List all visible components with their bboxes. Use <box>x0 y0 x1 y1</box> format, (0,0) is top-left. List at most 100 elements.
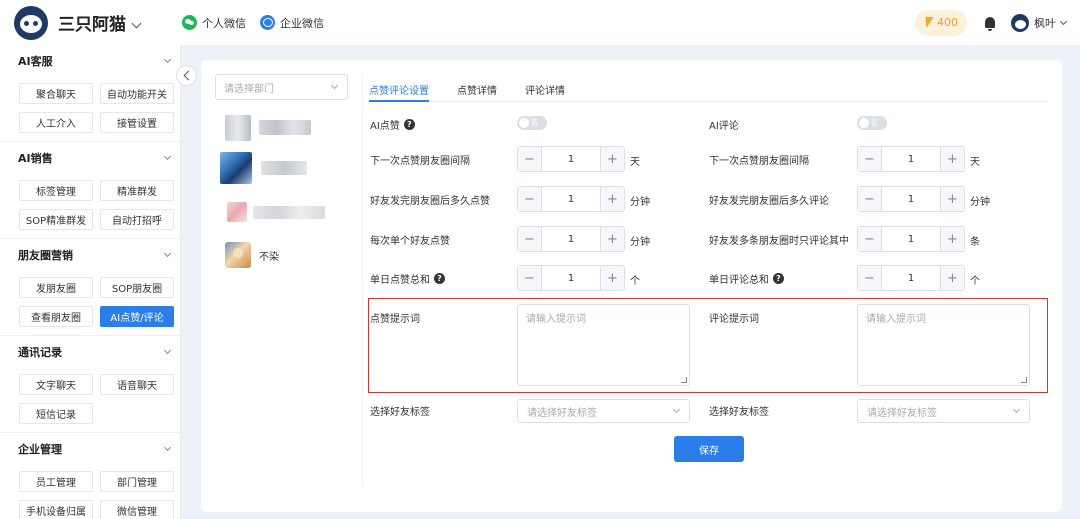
stepper-value[interactable]: 1 <box>882 227 940 251</box>
help-icon[interactable]: ? <box>773 273 784 284</box>
sidebar-item-manual-intervene[interactable]: 人工介入 <box>19 112 93 133</box>
sidebar-section-ai-service: AI客服 聚合聊天 自动功能开关 人工介入 接管设置 <box>0 45 180 142</box>
like-interval-stepper[interactable]: −1 + <box>517 146 625 172</box>
department-select[interactable]: 请选择部门 <box>215 74 348 100</box>
department-placeholder: 请选择部门 <box>224 83 274 95</box>
ai-comment-toggle[interactable]: 否 <box>857 116 887 130</box>
daily-comment-total-stepper[interactable]: −1 + <box>857 265 965 291</box>
sidebar-section-header[interactable]: 企业管理 <box>0 433 180 465</box>
sidebar-item-view-moments[interactable]: 查看朋友圈 <box>19 306 93 327</box>
sidebar-item-staff-management[interactable]: 员工管理 <box>19 471 93 492</box>
sidebar-item-device-ownership[interactable]: 手机设备归属 <box>19 500 93 519</box>
sidebar-section-header[interactable]: 通讯记录 <box>0 336 180 368</box>
sidebar-item-wechat-management[interactable]: 微信管理 <box>100 500 174 519</box>
minus-button[interactable]: − <box>858 187 882 211</box>
tab-like-details[interactable]: 点赞详情 <box>457 80 497 102</box>
sidebar-item-aggregate-chat[interactable]: 聚合聊天 <box>19 83 93 104</box>
plus-button[interactable]: + <box>600 187 624 211</box>
chevron-down-icon <box>163 346 172 355</box>
personal-wechat-link[interactable]: 个人微信 <box>182 15 246 31</box>
sidebar-item-auto-greet[interactable]: 自动打招呼 <box>100 209 174 230</box>
chevron-down-icon <box>1012 405 1021 414</box>
bell-icon[interactable] <box>985 17 995 31</box>
stepper-value[interactable]: 1 <box>542 147 600 171</box>
sidebar-item-auto-switch[interactable]: 自动功能开关 <box>100 83 174 104</box>
comment-prompt-textarea[interactable]: 请输入提示词 <box>857 304 1030 386</box>
daily-like-total-stepper[interactable]: −1 + <box>517 265 625 291</box>
sidebar-item-dept-management[interactable]: 部门管理 <box>100 471 174 492</box>
sidebar-item-ai-like-comment[interactable]: AI点赞/评论 <box>100 306 174 327</box>
plus-button[interactable]: + <box>940 227 964 251</box>
like-prompt-textarea[interactable]: 请输入提示词 <box>517 304 690 386</box>
minus-button[interactable]: − <box>858 227 882 251</box>
minus-button[interactable]: − <box>858 147 882 171</box>
sidebar-item-precise-broadcast[interactable]: 精准群发 <box>100 180 174 201</box>
stepper-value[interactable]: 1 <box>542 187 600 211</box>
sidebar-item-tag-management[interactable]: 标签管理 <box>19 180 93 201</box>
resize-handle-icon[interactable] <box>681 377 687 383</box>
sidebar-item-text-chat[interactable]: 文字聊天 <box>19 374 93 395</box>
tab-comment-details[interactable]: 评论详情 <box>525 80 565 102</box>
setting-label: 好友发完朋友圈后多久点赞 <box>370 192 490 207</box>
stepper-value[interactable]: 1 <box>882 266 940 290</box>
chevron-down-icon <box>330 81 339 90</box>
resize-handle-icon[interactable] <box>1021 377 1027 383</box>
friend-tag-text: 选择好友标签 <box>370 407 430 418</box>
multi-post-comment-stepper[interactable]: −1 + <box>857 226 965 252</box>
sidebar-section-header[interactable]: AI销售 <box>0 142 180 174</box>
sidebar-item-sop-broadcast[interactable]: SOP精准群发 <box>19 209 93 230</box>
comment-delay-stepper[interactable]: −1 + <box>857 186 965 212</box>
plus-button[interactable]: + <box>600 266 624 290</box>
chevron-down-icon <box>672 405 681 414</box>
help-icon[interactable]: ? <box>434 273 445 284</box>
contact-item[interactable]: 不染 <box>225 242 279 268</box>
like-friend-tag-select[interactable]: 请选择好友标签 <box>517 399 690 423</box>
stepper-value[interactable]: 1 <box>882 187 940 211</box>
chevron-down-icon <box>163 443 172 452</box>
minus-button[interactable]: − <box>518 187 542 211</box>
setting-label-text: 每次单个好友点赞 <box>370 236 450 247</box>
minus-button[interactable]: − <box>858 266 882 290</box>
stepper-value[interactable]: 1 <box>542 266 600 290</box>
like-delay-stepper[interactable]: −1 + <box>517 186 625 212</box>
chevron-down-icon <box>163 152 172 161</box>
brand-switcher[interactable]: 三只阿猫 <box>58 10 142 35</box>
section-title: AI销售 <box>18 152 53 165</box>
plus-button[interactable]: + <box>940 187 964 211</box>
setting-label: 好友发完朋友圈后多久评论 <box>709 192 829 207</box>
plus-button[interactable]: + <box>600 147 624 171</box>
chevron-down-icon <box>131 18 142 29</box>
per-friend-like-stepper[interactable]: −1 + <box>517 226 625 252</box>
user-avatar[interactable] <box>1011 13 1029 32</box>
enterprise-wechat-link[interactable]: 企业微信 <box>260 15 324 31</box>
setting-label: 每次单个好友点赞 <box>370 232 450 247</box>
unit-label: 个 <box>970 276 980 287</box>
sidebar-item-post-moments[interactable]: 发朋友圈 <box>19 277 93 298</box>
comment-friend-tag-select[interactable]: 请选择好友标签 <box>857 399 1030 423</box>
help-icon[interactable]: ? <box>403 119 415 130</box>
minus-button[interactable]: − <box>518 266 542 290</box>
tab-like-comment-settings[interactable]: 点赞评论设置 <box>369 80 429 102</box>
plus-button[interactable]: + <box>600 227 624 251</box>
comment-interval-stepper[interactable]: −1 + <box>857 146 965 172</box>
sidebar-collapse-button[interactable] <box>176 65 197 86</box>
sidebar-item-sms-records[interactable]: 短信记录 <box>19 403 93 424</box>
ai-like-toggle[interactable]: 否 <box>517 116 547 130</box>
sidebar-section-header[interactable]: 朋友圈营销 <box>0 239 180 271</box>
setting-label-text: 单日评论总和 <box>709 275 769 286</box>
chevron-down-icon <box>163 55 172 64</box>
minus-button[interactable]: − <box>518 147 542 171</box>
user-menu[interactable]: 枫叶 <box>1034 15 1068 31</box>
stepper-value[interactable]: 1 <box>542 227 600 251</box>
credits-badge[interactable]: 400 <box>915 9 967 36</box>
plus-button[interactable]: + <box>940 266 964 290</box>
minus-button[interactable]: − <box>518 227 542 251</box>
plus-button[interactable]: + <box>940 147 964 171</box>
save-button[interactable]: 保存 <box>674 436 744 462</box>
sidebar-item-takeover-settings[interactable]: 接管设置 <box>100 112 174 133</box>
sidebar-section-header[interactable]: AI客服 <box>0 45 180 77</box>
stepper-value[interactable]: 1 <box>882 147 940 171</box>
sidebar-item-voice-chat[interactable]: 语音聊天 <box>100 374 174 395</box>
sidebar-item-sop-moments[interactable]: SOP朋友圈 <box>100 277 174 298</box>
unit-label: 条 <box>970 237 980 248</box>
